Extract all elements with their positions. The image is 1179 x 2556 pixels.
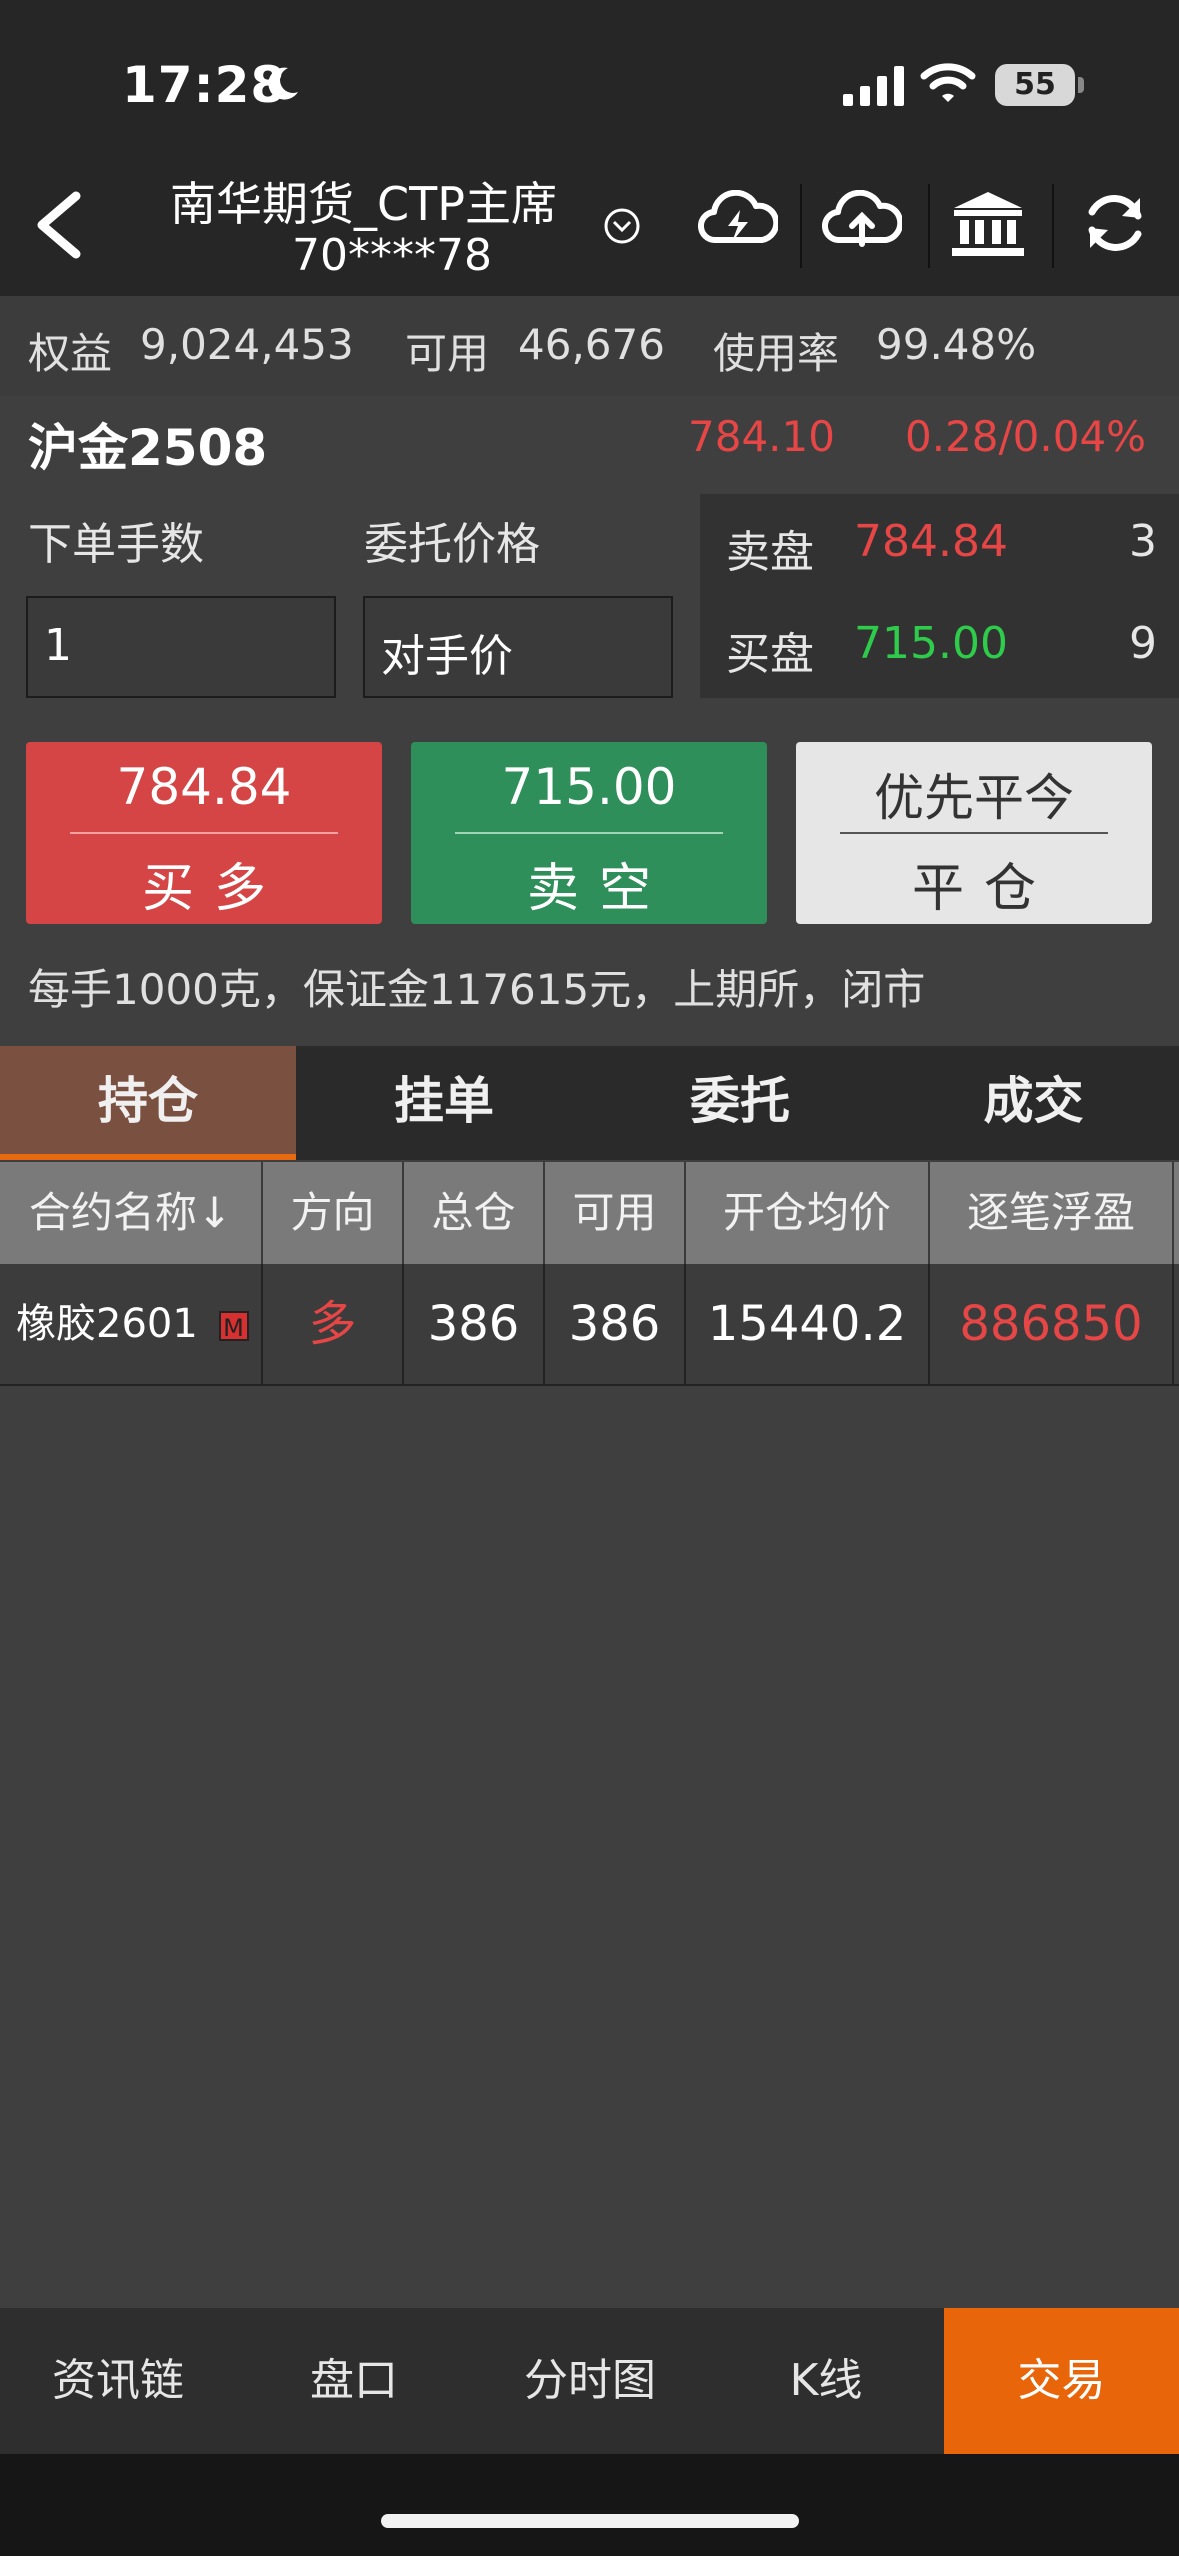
row-direction: 多 — [263, 1264, 404, 1384]
close-label: 平仓 — [911, 859, 1056, 919]
bid-volume: 9 — [1129, 618, 1157, 669]
market-badge: M — [218, 1311, 249, 1342]
ask-price: 784.84 — [854, 516, 1008, 567]
available-label: 可用 — [405, 329, 490, 378]
col-contract-name[interactable]: 合约名称↓ — [0, 1162, 263, 1264]
usage-label: 使用率 — [713, 329, 840, 378]
order-book: 卖盘 784.84 3 买盘 715.00 9 — [700, 494, 1179, 698]
bottom-navigation: 资讯链 盘口 分时图 K线 交易 — [0, 2308, 1179, 2454]
bid-label: 买盘 — [726, 629, 814, 680]
button-divider — [840, 832, 1108, 834]
buy-price: 784.84 — [116, 758, 292, 816]
nav-kline[interactable]: K线 — [708, 2308, 944, 2454]
nav-depth[interactable]: 盘口 — [236, 2308, 472, 2454]
instrument-name[interactable]: 沪金2508 — [28, 408, 267, 480]
battery-nub — [1078, 77, 1084, 93]
quantity-input[interactable]: 1 — [26, 596, 336, 698]
position-tabs: 持仓 挂单 委托 成交 — [0, 1046, 1179, 1160]
positions-table-header: 合约名称↓ 方向 总仓 可用 开仓均价 逐笔浮盈 — [0, 1162, 1179, 1264]
row-contract-cell: 橡胶2601 M — [0, 1264, 263, 1384]
row-contract-name: 橡胶2601 — [16, 1301, 198, 1347]
wifi-icon — [920, 63, 976, 102]
sell-short-button[interactable]: 715.00 卖空 — [411, 742, 767, 924]
moon-icon — [268, 67, 298, 100]
broker-title[interactable]: 南华期货_CTP主席 — [170, 168, 557, 234]
refresh-icon[interactable] — [1082, 190, 1148, 256]
header-separator — [800, 184, 802, 268]
nav-timeshare[interactable]: 分时图 — [472, 2308, 708, 2454]
tab-pending[interactable]: 挂单 — [296, 1046, 592, 1160]
sell-label: 卖空 — [526, 859, 671, 919]
cloud-upload-icon[interactable] — [822, 190, 902, 250]
instrument-change: 0.28/0.04% — [905, 412, 1147, 461]
contract-spec: 每手1000克，保证金117615元，上期所，闭市 — [28, 965, 926, 1014]
tab-positions[interactable]: 持仓 — [0, 1046, 296, 1160]
account-summary: 权益 9,024,453 可用 46,676 使用率 99.48% — [0, 296, 1179, 396]
bank-icon[interactable] — [952, 190, 1024, 256]
back-arrow-icon[interactable] — [30, 190, 86, 260]
row-available: 386 — [545, 1264, 686, 1384]
equity-value: 9,024,453 — [140, 320, 354, 369]
buy-label: 买多 — [141, 859, 286, 919]
row-float-pnl: 886850 — [930, 1264, 1174, 1384]
bid-price: 715.00 — [854, 618, 1008, 669]
col-available: 可用 — [545, 1162, 686, 1264]
ask-volume: 3 — [1129, 516, 1157, 567]
chevron-down-icon[interactable] — [603, 207, 641, 245]
buy-long-button[interactable]: 784.84 买多 — [26, 742, 382, 924]
equity-label: 权益 — [28, 329, 113, 378]
table-row[interactable]: 橡胶2601 M 多 386 386 15440.2 886850 — [0, 1264, 1179, 1386]
account-number[interactable]: 70****78 — [292, 230, 492, 281]
price-type-input[interactable]: 对手价 — [363, 596, 673, 698]
col-total: 总仓 — [404, 1162, 545, 1264]
sell-price: 715.00 — [501, 758, 677, 816]
close-position-button[interactable]: 优先平今 平仓 — [796, 742, 1152, 924]
button-divider — [455, 832, 723, 834]
battery-indicator: 55 — [995, 64, 1075, 106]
home-indicator[interactable] — [381, 2514, 799, 2528]
available-value: 46,676 — [518, 320, 665, 369]
cloud-lightning-icon[interactable] — [698, 190, 778, 250]
instrument-price: 784.10 — [688, 412, 835, 461]
row-total: 386 — [404, 1264, 545, 1384]
top-header: 17:28 55 南华期货_CTP主席 70****78 — [0, 0, 1179, 296]
bottom-safe-area — [0, 2454, 1179, 2556]
ask-row[interactable]: 卖盘 784.84 3 — [700, 494, 1179, 596]
col-float-pnl: 逐笔浮盈 — [930, 1162, 1174, 1264]
close-priority-label: 优先平今 — [874, 769, 1074, 827]
quantity-label: 下单手数 — [28, 519, 204, 570]
price-type-label: 委托价格 — [364, 519, 540, 570]
col-avg-price: 开仓均价 — [686, 1162, 930, 1264]
header-separator — [928, 184, 930, 268]
ask-label: 卖盘 — [726, 527, 814, 578]
tab-trades[interactable]: 成交 — [888, 1046, 1179, 1160]
usage-value: 99.48% — [876, 320, 1037, 369]
tab-orders[interactable]: 委托 — [592, 1046, 888, 1160]
header-separator — [1052, 184, 1054, 268]
row-avg-price: 15440.2 — [686, 1264, 930, 1384]
bid-row[interactable]: 买盘 715.00 9 — [700, 596, 1179, 698]
button-divider — [70, 832, 338, 834]
nav-news[interactable]: 资讯链 — [0, 2308, 236, 2454]
col-direction: 方向 — [263, 1162, 404, 1264]
nav-trade[interactable]: 交易 — [944, 2308, 1179, 2454]
signal-icon — [843, 66, 904, 106]
